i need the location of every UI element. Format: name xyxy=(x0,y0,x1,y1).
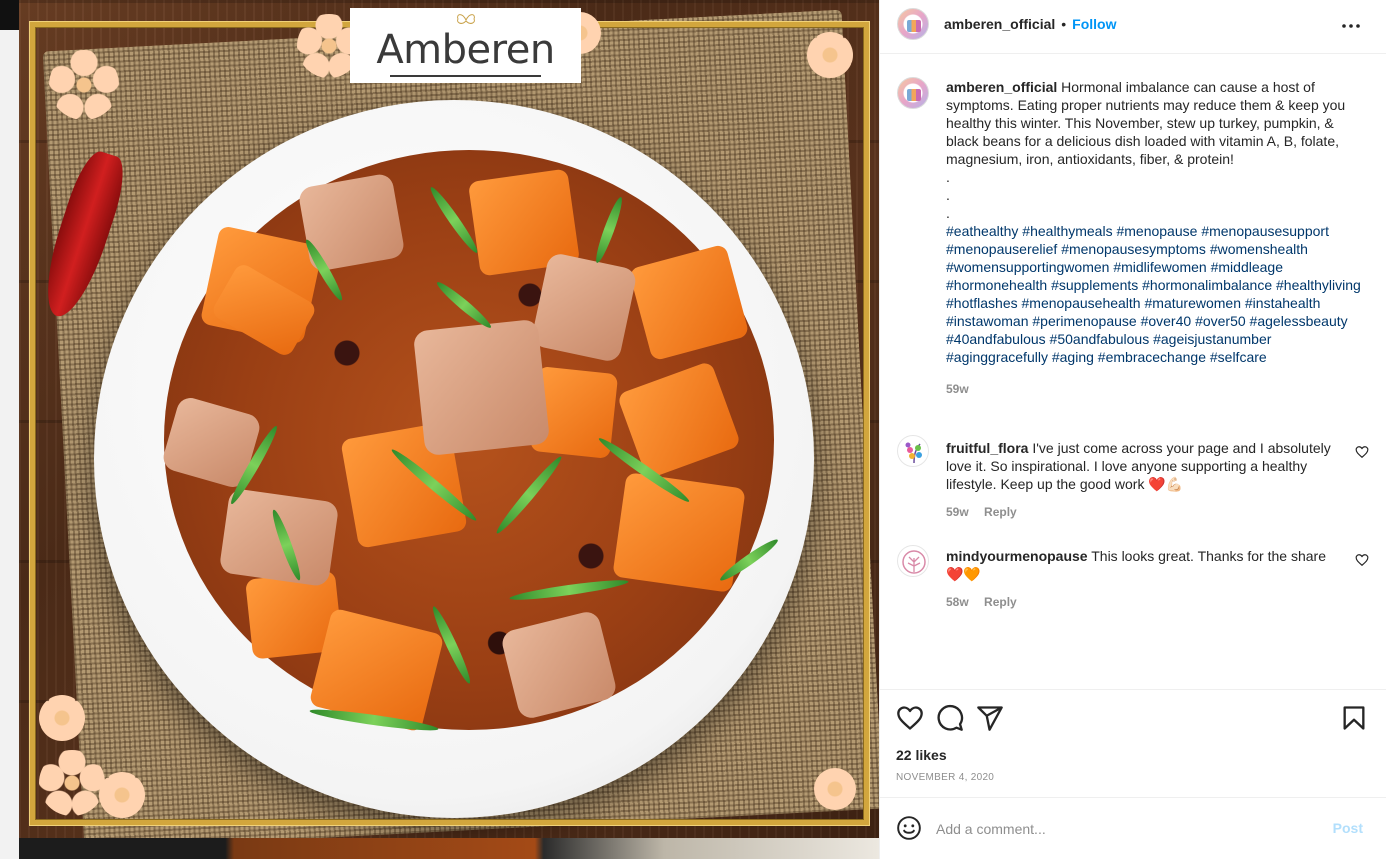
hashtag-link[interactable]: #ageisjustanumber xyxy=(1153,331,1271,347)
fruitful-flora-avatar-icon xyxy=(905,442,922,464)
comment: fruitful_flora I've just come across you… xyxy=(946,439,1346,519)
gold-frame xyxy=(30,22,869,825)
comment-body: mindyourmenopause This looks great. Than… xyxy=(946,547,1346,583)
hashtag-link[interactable]: #instahealth xyxy=(1245,295,1321,311)
mindyourmenopause-avatar-icon xyxy=(902,550,926,574)
comment-username[interactable]: mindyourmenopause xyxy=(946,548,1088,564)
comment-icon[interactable] xyxy=(936,704,964,732)
more-options-button[interactable] xyxy=(1337,12,1365,40)
post-header: amberen_official • Follow xyxy=(880,0,1386,54)
hashtag-link[interactable]: #hotflashes xyxy=(946,295,1018,311)
hashtag-link[interactable]: #menopausesupport xyxy=(1201,223,1329,239)
heart-small-icon[interactable] xyxy=(1355,445,1369,459)
flower-decoration xyxy=(814,768,856,810)
avatar[interactable] xyxy=(897,8,929,40)
hashtag-link[interactable]: #50andfabulous xyxy=(1050,331,1150,347)
caption-username[interactable]: amberen_official xyxy=(946,79,1057,95)
comment: mindyourmenopause This looks great. Than… xyxy=(946,547,1346,609)
logo-text: Amberen xyxy=(376,27,555,73)
caption-time: 59w xyxy=(946,382,969,396)
butterfly-icon xyxy=(457,14,475,24)
hashtag-link[interactable]: #aging xyxy=(1052,349,1094,365)
hashtag-link[interactable]: #menopausesymptoms xyxy=(1061,241,1206,257)
heart-icon[interactable] xyxy=(896,704,924,732)
comments-area[interactable]: amberen_official Hormonal imbalance can … xyxy=(880,55,1386,689)
post-date: NOVEMBER 4, 2020 xyxy=(896,772,995,783)
hashtag-link[interactable]: #embracechange xyxy=(1098,349,1206,365)
comment-time: 58w xyxy=(946,595,969,609)
caption-dot: . xyxy=(946,169,950,185)
heart-small-icon[interactable] xyxy=(1355,553,1369,567)
flower-decoration xyxy=(807,32,853,78)
background-edge xyxy=(0,30,19,859)
reply-button[interactable]: Reply xyxy=(984,595,1017,609)
hashtag-link[interactable]: #healthymeals xyxy=(1022,223,1112,239)
likes-count[interactable]: 22 likes xyxy=(896,747,947,763)
hashtag-link[interactable]: #healthyliving xyxy=(1276,277,1361,293)
add-comment-bar: Post xyxy=(880,797,1386,859)
comment-meta: 59w Reply xyxy=(946,505,1346,519)
hashtag-link[interactable]: #menopauserelief xyxy=(946,241,1057,257)
post-panel: amberen_official • Follow amberen_offici… xyxy=(879,0,1386,859)
emoji-smile-icon[interactable] xyxy=(896,815,922,841)
caption-dot: . xyxy=(946,205,950,221)
paper-plane-icon[interactable] xyxy=(976,704,1004,732)
header-separator: • xyxy=(1061,16,1067,32)
comment-avatar[interactable] xyxy=(897,545,929,577)
hashtag-link[interactable]: #instawoman xyxy=(946,313,1029,329)
comment-body: fruitful_flora I've just come across you… xyxy=(946,439,1346,493)
post-button[interactable]: Post xyxy=(1333,820,1363,836)
hashtag-link[interactable]: #hormonalimbalance xyxy=(1142,277,1272,293)
hashtag-link[interactable]: #maturewomen xyxy=(1145,295,1242,311)
follow-button[interactable]: Follow xyxy=(1072,16,1116,32)
caption-avatar[interactable] xyxy=(897,77,929,109)
header-username[interactable]: amberen_official xyxy=(944,16,1055,32)
comment-meta: 58w Reply xyxy=(946,595,1346,609)
comment-input[interactable] xyxy=(936,818,1316,840)
post-media[interactable]: Amberen xyxy=(0,0,879,859)
hashtags: #eathealthy #healthymeals #menopause #me… xyxy=(946,222,1366,366)
caption-body: amberen_official Hormonal imbalance can … xyxy=(946,78,1366,168)
flower-decoration xyxy=(49,50,119,120)
flower-decoration xyxy=(99,772,145,818)
hashtag-link[interactable]: #aginggracefully xyxy=(946,349,1048,365)
caption-dot: . xyxy=(946,187,950,203)
hashtag-link[interactable]: #over50 xyxy=(1195,313,1246,329)
more-horizontal-icon xyxy=(1342,24,1360,28)
bookmark-icon[interactable] xyxy=(1340,704,1368,732)
hashtag-link[interactable]: #hormonehealth xyxy=(946,277,1047,293)
flower-decoration xyxy=(39,695,85,741)
background-strip xyxy=(19,838,879,859)
hashtag-link[interactable]: #womensupportingwomen xyxy=(946,259,1109,275)
hashtag-link[interactable]: #40andfabulous xyxy=(946,331,1046,347)
comment-username[interactable]: fruitful_flora xyxy=(946,440,1028,456)
hashtag-link[interactable]: #perimenopause xyxy=(1032,313,1136,329)
hashtag-link[interactable]: #eathealthy xyxy=(946,223,1018,239)
brand-logo: Amberen xyxy=(350,8,581,83)
hashtag-link[interactable]: #selfcare xyxy=(1210,349,1267,365)
header-user-row: amberen_official • Follow xyxy=(944,16,1117,32)
reply-button[interactable]: Reply xyxy=(984,505,1017,519)
hashtag-link[interactable]: #midlifewomen xyxy=(1113,259,1206,275)
logo-underline xyxy=(390,75,541,77)
hashtag-link[interactable]: #middleage xyxy=(1211,259,1283,275)
comment-avatar[interactable] xyxy=(897,435,929,467)
caption: amberen_official Hormonal imbalance can … xyxy=(946,78,1366,396)
hashtag-link[interactable]: #womenshealth xyxy=(1210,241,1308,257)
comment-time: 59w xyxy=(946,505,969,519)
flower-decoration xyxy=(39,750,105,816)
hashtag-link[interactable]: #agelessbeauty xyxy=(1250,313,1348,329)
hashtag-link[interactable]: #menopause xyxy=(1116,223,1197,239)
post-photo: Amberen xyxy=(19,0,879,838)
hashtag-link[interactable]: #over40 xyxy=(1141,313,1192,329)
hashtag-link[interactable]: #supplements xyxy=(1051,277,1138,293)
hashtag-link[interactable]: #menopausehealth xyxy=(1022,295,1141,311)
